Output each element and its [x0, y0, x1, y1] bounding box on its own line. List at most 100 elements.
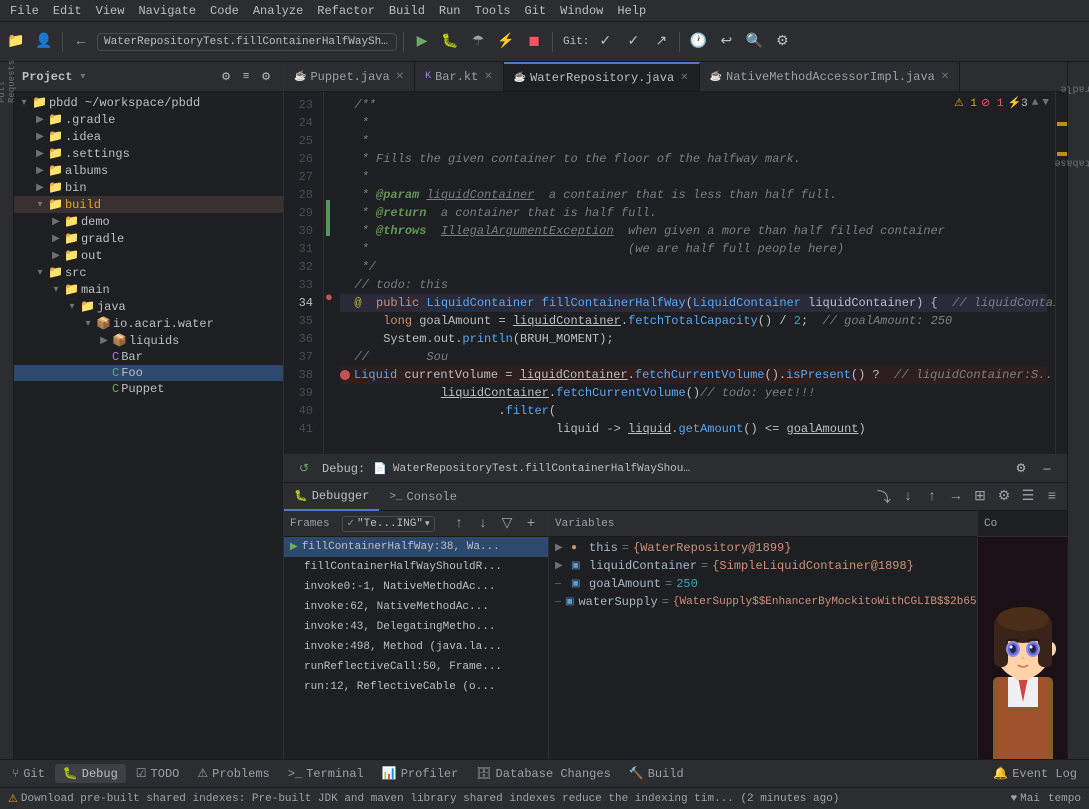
menu-code[interactable]: Code [204, 3, 245, 19]
debug-tab-debugger[interactable]: 🐛 Debugger [284, 483, 379, 511]
thread-selector[interactable]: ✓ "Te...ING" ▾ [342, 516, 435, 532]
debug-more[interactable]: ≡ [1041, 486, 1063, 508]
gradle-label[interactable]: Gradle [1056, 83, 1089, 94]
tree-item-bar[interactable]: C Bar [14, 349, 283, 365]
debug-settings-btn[interactable]: ⚙ [1009, 457, 1033, 481]
menu-file[interactable]: File [4, 3, 45, 19]
bottom-tab-profiler[interactable]: 📊 Profiler [374, 764, 467, 783]
bar-tab-close[interactable]: ✕ [484, 71, 492, 83]
frames-filter-btn[interactable]: ▽ [496, 513, 518, 535]
database-label[interactable]: Database [1050, 157, 1089, 168]
menu-navigate[interactable]: Navigate [132, 3, 202, 19]
tree-item-demo[interactable]: ▶ 📁 demo [14, 213, 283, 230]
menu-help[interactable]: Help [611, 3, 652, 19]
project-cog-btn[interactable]: ⚙ [257, 68, 275, 86]
right-gutter-scrollbar[interactable] [1055, 92, 1067, 454]
status-msg-item[interactable]: ⚠ Download pre-built shared indexes: Pre… [8, 792, 839, 806]
debug-step-into[interactable]: ↓ [897, 486, 919, 508]
frame-5[interactable]: invoke:498, Method (java.la... [284, 637, 548, 657]
project-gear-btn[interactable]: ⚙ [217, 68, 235, 86]
debug-tab-console[interactable]: >_ Console [379, 483, 467, 511]
search-btn[interactable]: 🔍 [742, 30, 766, 54]
tab-native[interactable]: ☕ NativeMethodAccessorImpl.java ✕ [700, 62, 961, 91]
menu-run[interactable]: Run [433, 3, 467, 19]
tree-item-main[interactable]: ▾ 📁 main [14, 281, 283, 298]
debug-layout[interactable]: ☰ [1017, 486, 1039, 508]
run-config-selector[interactable]: WaterRepositoryTest.fillContainerHalfWay… [97, 33, 397, 51]
tree-item-src[interactable]: ▾ 📁 src [14, 264, 283, 281]
debug-settings2[interactable]: ⚙ [993, 486, 1015, 508]
tree-item-gradle1[interactable]: ▶ 📁 .gradle [14, 111, 283, 128]
var-item-ws[interactable]: — ▣ waterSupply = {WaterSupply$$Enhancer… [549, 593, 977, 611]
toolbar-back-btn[interactable]: ← [69, 30, 93, 54]
frame-1[interactable]: fillContainerHalfWayShouldR... [284, 557, 548, 577]
frames-add-btn[interactable]: + [520, 513, 542, 535]
pull-requests-icon[interactable]: Pull Requests [0, 66, 14, 96]
tree-item-liquids[interactable]: ▶ 📦 liquids [14, 332, 283, 349]
debug-minimize-btn[interactable]: — [1035, 457, 1059, 481]
code-area[interactable]: /** * * * Fills the given container to t… [332, 92, 1055, 454]
debug-evaluate[interactable]: ⊞ [969, 486, 991, 508]
coverage-button[interactable]: ☂ [466, 30, 490, 54]
profile-button[interactable]: ⚡ [494, 30, 518, 54]
tree-item-java[interactable]: ▾ 📁 java [14, 298, 283, 315]
error-bar-down[interactable]: ▼ [1042, 97, 1049, 109]
git-arrow-btn[interactable]: ↗ [649, 30, 673, 54]
bottom-tab-build[interactable]: 🔨 Build [621, 764, 692, 783]
waterrepo-tab-close[interactable]: ✕ [680, 72, 688, 84]
bottom-tab-todo[interactable]: ☑ TODO [128, 764, 188, 783]
menu-refactor[interactable]: Refactor [311, 3, 381, 19]
toolbar-user-btn[interactable]: 👤 [32, 30, 56, 54]
menu-edit[interactable]: Edit [47, 3, 88, 19]
history-btn[interactable]: 🕐 [686, 30, 710, 54]
frame-0[interactable]: ▶ fillContainerHalfWay:38, Wa... [284, 537, 548, 557]
frame-2[interactable]: invoke0:-1, NativeMethodAc... [284, 577, 548, 597]
git-check2-btn[interactable]: ✓ [621, 30, 645, 54]
menu-git[interactable]: Git [519, 3, 553, 19]
frame-7[interactable]: run:12, ReflectiveCable (o... [284, 677, 548, 697]
debug-step-over[interactable]: ⤵ [873, 486, 895, 508]
bottom-tab-eventlog[interactable]: 🔔 Event Log [985, 764, 1085, 783]
menu-analyze[interactable]: Analyze [247, 3, 309, 19]
toolbar-open-btn[interactable]: 📁 [4, 30, 28, 54]
tab-waterrepo[interactable]: ☕ WaterRepository.java ✕ [504, 62, 700, 91]
puppet-tab-close[interactable]: ✕ [396, 71, 404, 83]
tab-puppet[interactable]: ☕ Puppet.java ✕ [284, 62, 415, 91]
tree-item-bin[interactable]: ▶ 📁 bin [14, 179, 283, 196]
debug-restart-btn[interactable]: ↺ [292, 457, 316, 481]
tab-bar[interactable]: K Bar.kt ✕ [415, 62, 504, 91]
tree-item-albums[interactable]: ▶ 📁 albums [14, 162, 283, 179]
bottom-tab-git[interactable]: ⑂ Git [4, 765, 53, 783]
bottom-tab-terminal[interactable]: >_ Terminal [280, 765, 372, 783]
stop-button[interactable]: ◼ [522, 30, 546, 54]
tree-item-package[interactable]: ▾ 📦 io.acari.water [14, 315, 283, 332]
debug-step-out[interactable]: ↑ [921, 486, 943, 508]
menu-window[interactable]: Window [554, 3, 609, 19]
debug-run-button[interactable]: 🐛 [438, 30, 462, 54]
var-item-this[interactable]: ▶ ● this = {WaterRepository@1899} [549, 539, 977, 557]
project-collapse-btn[interactable]: ≡ [237, 68, 255, 86]
frame-3[interactable]: invoke:62, NativeMethodAc... [284, 597, 548, 617]
menu-tools[interactable]: Tools [469, 3, 517, 19]
frame-6[interactable]: runReflectiveCall:50, Frame... [284, 657, 548, 677]
tree-item-gradle2[interactable]: ▶ 📁 gradle [14, 230, 283, 247]
tree-item-settings[interactable]: ▶ 📁 .settings [14, 145, 283, 162]
frame-4[interactable]: invoke:43, DelegatingMetho... [284, 617, 548, 637]
debug-run-to-cursor[interactable]: → [945, 486, 967, 508]
native-tab-close[interactable]: ✕ [941, 71, 949, 83]
project-root[interactable]: ▾ 📁 pbdd ~/workspace/pbdd [14, 94, 283, 111]
undo-btn[interactable]: ↩ [714, 30, 738, 54]
tree-item-idea[interactable]: ▶ 📁 .idea [14, 128, 283, 145]
run-button[interactable]: ▶ [410, 30, 434, 54]
settings-btn[interactable]: ⚙ [770, 30, 794, 54]
tree-item-foo[interactable]: C Foo [14, 365, 283, 381]
bottom-tab-problems[interactable]: ⚠ Problems [189, 764, 277, 783]
tree-item-out[interactable]: ▶ 📁 out [14, 247, 283, 264]
frames-up-btn[interactable]: ↑ [448, 513, 470, 535]
var-item-lc[interactable]: ▶ ▣ liquidContainer = {SimpleLiquidConta… [549, 557, 977, 575]
bottom-tab-db[interactable]: 🗄 Database Changes [468, 764, 618, 783]
tree-item-build[interactable]: ▾ 📁 build [14, 196, 283, 213]
tree-item-puppet[interactable]: C Puppet [14, 381, 283, 397]
menu-view[interactable]: View [90, 3, 131, 19]
git-check1-btn[interactable]: ✓ [593, 30, 617, 54]
